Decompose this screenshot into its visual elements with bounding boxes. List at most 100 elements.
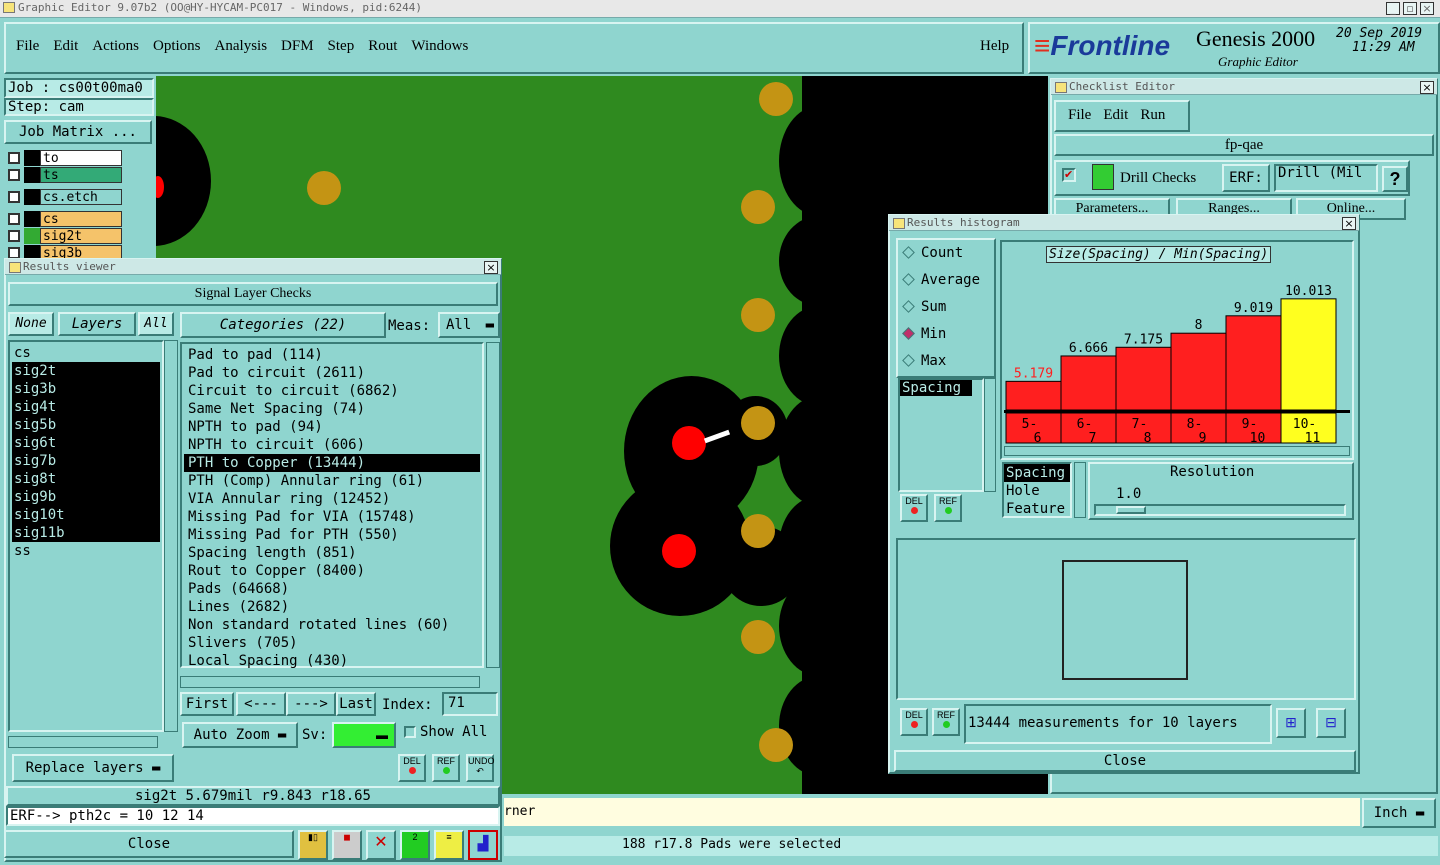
- status-input[interactable]: [504, 798, 1360, 826]
- attribute-list[interactable]: Spacing Hole Feature: [1002, 462, 1072, 518]
- layer-list-item[interactable]: cs: [12, 344, 160, 362]
- categories-button[interactable]: Categories (22): [180, 312, 386, 338]
- option-average-radio[interactable]: Average: [898, 267, 994, 294]
- help-question-button[interactable]: ?: [1382, 166, 1408, 192]
- option-max-radio[interactable]: Max: [898, 348, 994, 375]
- histogram-close-icon[interactable]: ×: [1342, 217, 1356, 230]
- layer-name[interactable]: to: [40, 150, 122, 166]
- layer-toggle-icon[interactable]: [8, 213, 20, 225]
- layer-name[interactable]: cs: [40, 211, 122, 227]
- category-item[interactable]: Missing Pad for VIA (15748): [184, 508, 480, 526]
- notes-icon[interactable]: ≡: [434, 830, 464, 860]
- histogram-bar[interactable]: [1280, 298, 1337, 411]
- layer-list-item[interactable]: sig5b: [12, 416, 160, 434]
- last-button[interactable]: Last: [336, 692, 376, 716]
- option-min-radio[interactable]: Min: [898, 321, 994, 348]
- job-matrix-button[interactable]: Job Matrix ...: [4, 120, 152, 144]
- layer-row[interactable]: cs.etch: [4, 189, 154, 205]
- layer-list-item[interactable]: sig3b: [12, 380, 160, 398]
- zoom-out-icon[interactable]: ⊟: [1316, 708, 1346, 738]
- metric-scrollbar[interactable]: [984, 378, 996, 492]
- preview-ref-button[interactable]: REF: [932, 708, 960, 736]
- index-input[interactable]: 71: [442, 692, 498, 716]
- del-button[interactable]: DEL: [398, 754, 426, 782]
- layer-name[interactable]: sig2t: [40, 228, 122, 244]
- chart-hscroll[interactable]: [1004, 446, 1350, 456]
- category-item[interactable]: NPTH to circuit (606): [184, 436, 480, 454]
- checklist-run-menu[interactable]: Run: [1140, 107, 1165, 123]
- resolution-slider[interactable]: [1094, 504, 1346, 516]
- histogram-icon[interactable]: ▟: [468, 830, 498, 860]
- maximize-icon[interactable]: ▫: [1403, 2, 1417, 15]
- checklist-close-icon[interactable]: ×: [1420, 81, 1434, 94]
- units-dropdown[interactable]: Inch ▬: [1362, 798, 1436, 828]
- layer-list-item[interactable]: sig2t: [12, 362, 160, 380]
- layer-row[interactable]: sig3b: [4, 245, 154, 258]
- category-item[interactable]: Missing Pad for PTH (550): [184, 526, 480, 544]
- layer-name[interactable]: sig3b: [40, 245, 122, 258]
- histogram-bar[interactable]: [1115, 346, 1172, 411]
- histogram-close-button[interactable]: Close: [894, 750, 1356, 772]
- category-item[interactable]: Spacing length (851): [184, 544, 480, 562]
- category-list[interactable]: Pad to pad (114) Pad to circuit (2611) Cir…: [180, 342, 484, 670]
- layer-stats-icon[interactable]: ▮▯: [298, 830, 328, 860]
- layer-list-scrollbar[interactable]: [164, 340, 178, 732]
- attr-spacing[interactable]: Spacing: [1004, 464, 1070, 482]
- category-item[interactable]: Pad to circuit (2611): [184, 364, 480, 382]
- meas-dropdown[interactable]: All ▬: [438, 312, 500, 338]
- ref-button[interactable]: REF: [432, 754, 460, 782]
- show-all-checkbox[interactable]: [404, 726, 416, 738]
- menu-file[interactable]: File: [16, 38, 39, 54]
- category-item[interactable]: NPTH to pad (94): [184, 418, 480, 436]
- layer-name[interactable]: ts: [40, 167, 122, 183]
- option-sum-radio[interactable]: Sum: [898, 294, 994, 321]
- layer-list-item[interactable]: sig6t: [12, 434, 160, 452]
- minimize-icon[interactable]: _: [1386, 2, 1400, 15]
- all-button[interactable]: All: [138, 312, 174, 336]
- metric-item[interactable]: Spacing: [900, 380, 972, 396]
- category-item[interactable]: Non standard rotated lines (60): [184, 616, 480, 634]
- category-item[interactable]: Pad to pad (114): [184, 346, 480, 364]
- attr-feature[interactable]: Feature: [1004, 500, 1070, 518]
- attribute-scrollbar[interactable]: [1074, 462, 1086, 518]
- check-checkbox[interactable]: ✔: [1062, 168, 1076, 182]
- first-button[interactable]: First: [180, 692, 234, 716]
- layer-list-hscroll[interactable]: [8, 736, 158, 748]
- menu-analysis[interactable]: Analysis: [215, 38, 268, 54]
- sv-color-dropdown[interactable]: ▬: [332, 722, 396, 748]
- hist-ref-button[interactable]: REF: [934, 494, 962, 522]
- category-item[interactable]: Same Net Spacing (74): [184, 400, 480, 418]
- undo-button[interactable]: UNDO ↶: [466, 754, 495, 782]
- layer-toggle-icon[interactable]: [8, 247, 20, 258]
- erf-value[interactable]: Drill (Mil: [1274, 164, 1378, 192]
- layers-button[interactable]: Layers: [58, 312, 136, 336]
- layer-toggle-icon[interactable]: [8, 230, 20, 242]
- menu-rout[interactable]: Rout: [368, 38, 397, 54]
- checklist-edit-menu[interactable]: Edit: [1103, 107, 1128, 123]
- layer-toggle-icon[interactable]: [8, 191, 20, 203]
- category-item[interactable]: Local Spacing (430): [184, 652, 480, 670]
- close-icon[interactable]: ×: [1420, 2, 1434, 15]
- layer-list-item[interactable]: ss: [12, 542, 160, 560]
- category-item[interactable]: PTH (Comp) Annular ring (61): [184, 472, 480, 490]
- attr-hole[interactable]: Hole: [1004, 482, 1070, 500]
- histogram-bar[interactable]: [1225, 315, 1282, 411]
- results-viewer-close-icon[interactable]: ×: [484, 261, 498, 274]
- histogram-bar[interactable]: [1005, 380, 1062, 411]
- category-list-hscroll[interactable]: [180, 676, 480, 688]
- menu-step[interactable]: Step: [328, 38, 355, 54]
- metric-list[interactable]: Spacing: [898, 378, 984, 492]
- replace-layers-dropdown[interactable]: Replace layers ▬: [12, 754, 174, 782]
- preview-del-button[interactable]: DEL: [900, 708, 928, 736]
- hist-del-button[interactable]: DEL: [900, 494, 928, 522]
- histogram-bar[interactable]: [1060, 355, 1117, 411]
- category-item[interactable]: PTH to Copper (13444): [184, 454, 480, 472]
- checklist-file-menu[interactable]: File: [1068, 107, 1091, 123]
- menu-dfm[interactable]: DFM: [281, 38, 314, 54]
- resolution-slider-thumb[interactable]: [1116, 506, 1146, 514]
- category-item[interactable]: Lines (2682): [184, 598, 480, 616]
- menu-windows[interactable]: Windows: [411, 38, 468, 54]
- auto-zoom-dropdown[interactable]: Auto Zoom ▬: [182, 722, 298, 748]
- layer-list-item[interactable]: sig9b: [12, 488, 160, 506]
- zoom-in-icon[interactable]: ⊞: [1276, 708, 1306, 738]
